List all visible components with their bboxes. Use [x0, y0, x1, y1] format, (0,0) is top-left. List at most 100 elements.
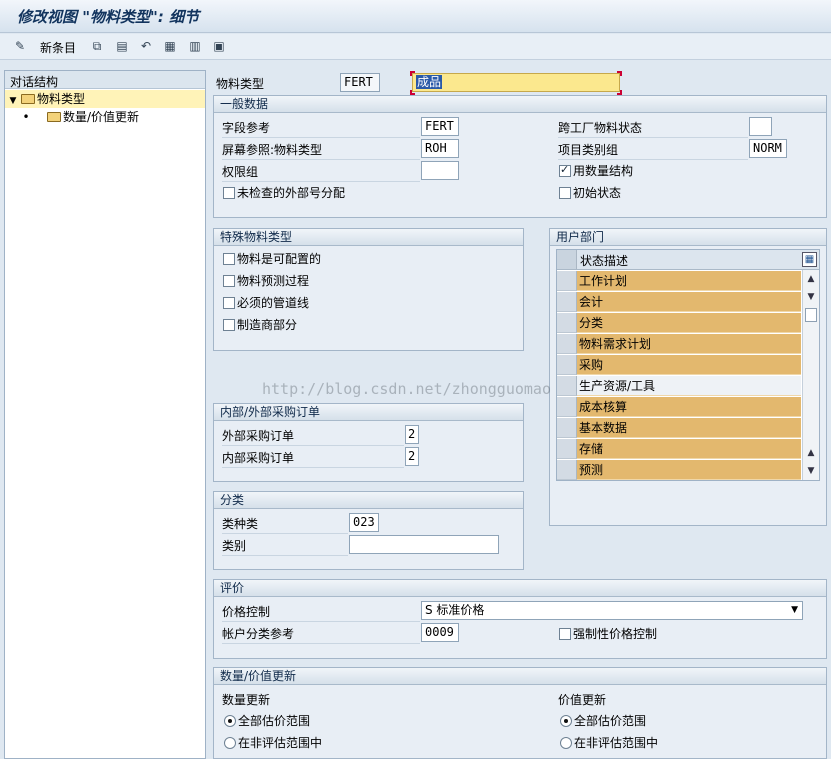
status-description-cell[interactable]: 会计 — [577, 292, 801, 312]
auth-group-field[interactable] — [421, 161, 459, 180]
screen-ref-label: 屏幕参照:物料类型 — [222, 143, 323, 157]
group-title: 数量/价值更新 — [214, 668, 826, 685]
class-type-field[interactable]: 023 — [349, 513, 379, 532]
auth-group-label: 权限组 — [222, 165, 259, 179]
row-selector[interactable] — [557, 439, 577, 459]
select-block-icon[interactable]: ▥ — [187, 38, 203, 54]
cross-plant-field[interactable] — [749, 117, 772, 136]
external-po-field[interactable]: 2 — [405, 425, 419, 444]
row-selector[interactable] — [557, 313, 577, 333]
mandatory-price-label: 强制性价格控制 — [573, 627, 658, 641]
table-row[interactable]: 生产资源/工具 — [557, 376, 819, 397]
deselect-icon[interactable]: ▣ — [211, 38, 227, 54]
material-type-field[interactable]: FERT — [340, 73, 380, 92]
table-row[interactable]: 工作计划 — [557, 271, 819, 292]
underline — [222, 533, 348, 534]
scroll-down-icon[interactable]: ▼ — [803, 464, 819, 478]
material-type-label: 物料类型 — [216, 77, 265, 91]
status-description-cell[interactable]: 工作计划 — [577, 271, 801, 291]
row-selector[interactable] — [557, 334, 577, 354]
scroll-thumb[interactable] — [805, 308, 817, 322]
select-all-icon[interactable]: ▦ — [162, 38, 178, 54]
table-settings-icon[interactable]: ▦ — [802, 252, 817, 267]
row-selector[interactable] — [557, 460, 577, 480]
field-ref-field[interactable]: FERT — [421, 117, 459, 136]
material-type-description-field[interactable]: 成品 — [412, 73, 620, 92]
group-title: 用户部门 — [550, 229, 826, 246]
status-description-cell[interactable]: 成本核算 — [577, 397, 801, 417]
underline — [222, 467, 404, 468]
new-entry-button[interactable]: 新条目 — [40, 39, 76, 56]
price-control-select[interactable]: S 标准价格 ▼ — [421, 601, 803, 620]
row-selector[interactable] — [557, 271, 577, 291]
class-field[interactable] — [349, 535, 499, 554]
watermark: http://blog.csdn.net/zhongguomao — [262, 380, 551, 398]
status-description-cell[interactable]: 预测 — [577, 460, 801, 480]
undo-icon[interactable]: ↶ — [138, 38, 154, 54]
underline — [222, 445, 404, 446]
internal-po-label: 内部采购订单 — [222, 451, 295, 465]
status-description-cell[interactable]: 采购 — [577, 355, 801, 375]
mandatory-price-checkbox[interactable] — [559, 628, 571, 640]
tree-item-material-type[interactable]: ▼ 物料类型 — [5, 90, 205, 108]
table-row[interactable]: 存储 — [557, 439, 819, 460]
delete-icon[interactable]: ▤ — [114, 38, 130, 54]
item-cat-field[interactable]: NORM — [749, 139, 787, 158]
unchecked-ext-checkbox[interactable] — [223, 187, 235, 199]
pipeline-checkbox[interactable] — [223, 297, 235, 309]
tree-header: 对话结构 — [5, 71, 205, 89]
table-row[interactable]: 成本核算 — [557, 397, 819, 418]
qty-not-in-area-radio[interactable] — [224, 737, 236, 749]
status-description-cell[interactable]: 生产资源/工具 — [577, 376, 801, 396]
group-title: 特殊物料类型 — [214, 229, 523, 246]
table-header: 状态描述 ▦ — [557, 250, 819, 270]
column-header-status[interactable]: 状态描述 — [580, 252, 628, 269]
value-all-areas-radio[interactable] — [560, 715, 572, 727]
initial-status-checkbox[interactable] — [559, 187, 571, 199]
table-row[interactable]: 会计 — [557, 292, 819, 313]
window-title: 修改视图 "物料类型": 细节 — [17, 8, 200, 26]
row-selector[interactable] — [557, 292, 577, 312]
row-selector[interactable] — [557, 355, 577, 375]
qty-all-areas-radio[interactable] — [224, 715, 236, 727]
scroll-up-icon[interactable]: ▲ — [803, 272, 819, 286]
row-selector[interactable] — [557, 418, 577, 438]
item-cat-label: 项目类别组 — [558, 143, 619, 157]
forecast-checkbox[interactable] — [223, 275, 235, 287]
screen-ref-field[interactable]: ROH — [421, 139, 459, 158]
underline — [222, 137, 420, 138]
initial-status-label: 初始状态 — [573, 186, 622, 200]
acct-cat-field[interactable]: 0009 — [421, 623, 459, 642]
pencil-icon[interactable]: ✎ — [12, 38, 28, 54]
scroll-down-icon[interactable]: ▼ — [803, 290, 819, 304]
row-selector[interactable] — [557, 397, 577, 417]
select-all-cell[interactable] — [557, 250, 577, 269]
table-scrollbar[interactable]: ▲ ▼ ▲ ▼ — [802, 270, 819, 480]
table-row[interactable]: 基本数据 — [557, 418, 819, 439]
value-not-in-area-radio[interactable] — [560, 737, 572, 749]
status-description-cell[interactable]: 存储 — [577, 439, 801, 459]
focus-corner — [410, 71, 415, 76]
user-department-table: 状态描述 ▦ 工作计划 会计 分类 物料需求计划 采购 生产资源/工具 成本核算 基本数据 存储… — [556, 249, 820, 481]
qty-struct-checkbox[interactable] — [559, 163, 571, 177]
table-row[interactable]: 预测 — [557, 460, 819, 481]
scroll-up-icon[interactable]: ▲ — [803, 446, 819, 460]
folder-icon — [21, 94, 35, 104]
copy-icon[interactable]: ⧉ — [89, 38, 105, 54]
status-description-cell[interactable]: 分类 — [577, 313, 801, 333]
chevron-down-icon[interactable]: ▼ — [791, 602, 798, 619]
table-row[interactable]: 分类 — [557, 313, 819, 334]
table-row[interactable]: 物料需求计划 — [557, 334, 819, 355]
configurable-label: 物料是可配置的 — [237, 252, 322, 266]
manufacturer-part-checkbox[interactable] — [223, 319, 235, 331]
tree-item-qty-value-update[interactable]: • 数量/价值更新 — [5, 108, 205, 126]
table-row[interactable]: 采购 — [557, 355, 819, 376]
dialog-structure-tree: 对话结构 ▼ 物料类型 • 数量/价值更新 — [4, 70, 206, 759]
status-description-cell[interactable]: 物料需求计划 — [577, 334, 801, 354]
internal-po-field[interactable]: 2 — [405, 447, 419, 466]
status-description-cell[interactable]: 基本数据 — [577, 418, 801, 438]
focus-corner — [617, 71, 622, 76]
underline — [558, 137, 748, 138]
unchecked-ext-label: 未检查的外部号分配 — [237, 186, 346, 200]
configurable-checkbox[interactable] — [223, 253, 235, 265]
